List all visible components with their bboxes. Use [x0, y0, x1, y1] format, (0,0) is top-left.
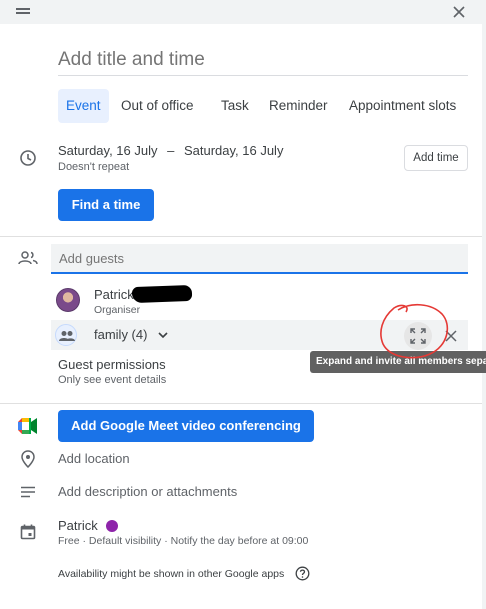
- location-pin-icon: [21, 450, 35, 468]
- tab-out-of-office[interactable]: Out of office: [113, 89, 202, 123]
- add-description-field[interactable]: Add description or attachments: [58, 484, 237, 499]
- date-separator: –: [167, 143, 175, 158]
- dialog-header: [0, 0, 486, 24]
- clock-icon: [20, 150, 36, 166]
- find-a-time-button[interactable]: Find a time: [58, 189, 154, 221]
- description-icon: [21, 486, 35, 498]
- group-icon: [59, 331, 75, 341]
- avatar: [56, 288, 80, 312]
- guest-permissions-title[interactable]: Guest permissions: [58, 357, 166, 372]
- chevron-down-icon[interactable]: [157, 330, 169, 340]
- help-icon[interactable]: [295, 566, 310, 581]
- add-google-meet-button[interactable]: Add Google Meet video conferencing: [58, 410, 314, 442]
- repeat-setting[interactable]: Doesn't repeat: [58, 161, 129, 173]
- title-input[interactable]: [58, 44, 468, 76]
- tab-event[interactable]: Event: [58, 89, 109, 123]
- calendar-details[interactable]: Free · Default visibility · Notify the d…: [58, 535, 308, 547]
- add-time-button[interactable]: Add time: [404, 145, 468, 171]
- tab-appointment-slots[interactable]: Appointment slots: [341, 89, 464, 123]
- date-range[interactable]: Saturday, 16 July – Saturday, 16 July: [58, 143, 283, 158]
- close-icon[interactable]: [449, 2, 469, 22]
- annotation-circle: [380, 304, 449, 359]
- section-divider: [0, 403, 482, 404]
- guest-group-label[interactable]: family (4): [94, 327, 147, 342]
- organiser-name: Patrick: [94, 287, 134, 302]
- calendar-owner[interactable]: Patrick: [58, 518, 98, 533]
- end-date[interactable]: Saturday, 16 July: [184, 143, 283, 158]
- google-meet-icon: [18, 418, 37, 434]
- organiser-role: Organiser: [94, 304, 141, 316]
- start-date[interactable]: Saturday, 16 July: [58, 143, 157, 158]
- window-edge: [482, 24, 486, 609]
- guest-permissions-detail: Only see event details: [58, 374, 167, 386]
- add-location-field[interactable]: Add location: [58, 451, 130, 466]
- people-icon: [18, 251, 38, 265]
- redaction-mark: [131, 284, 193, 304]
- group-avatar: [55, 324, 77, 346]
- add-guests-input[interactable]: [51, 244, 468, 274]
- tab-task[interactable]: Task: [213, 89, 257, 123]
- section-divider: [0, 236, 482, 237]
- calendar-color-dot[interactable]: [106, 520, 118, 532]
- availability-note: Availability might be shown in other Goo…: [58, 568, 285, 580]
- calendar-icon: [20, 524, 36, 540]
- drag-handle-icon[interactable]: [16, 8, 30, 14]
- tab-reminder[interactable]: Reminder: [261, 89, 336, 123]
